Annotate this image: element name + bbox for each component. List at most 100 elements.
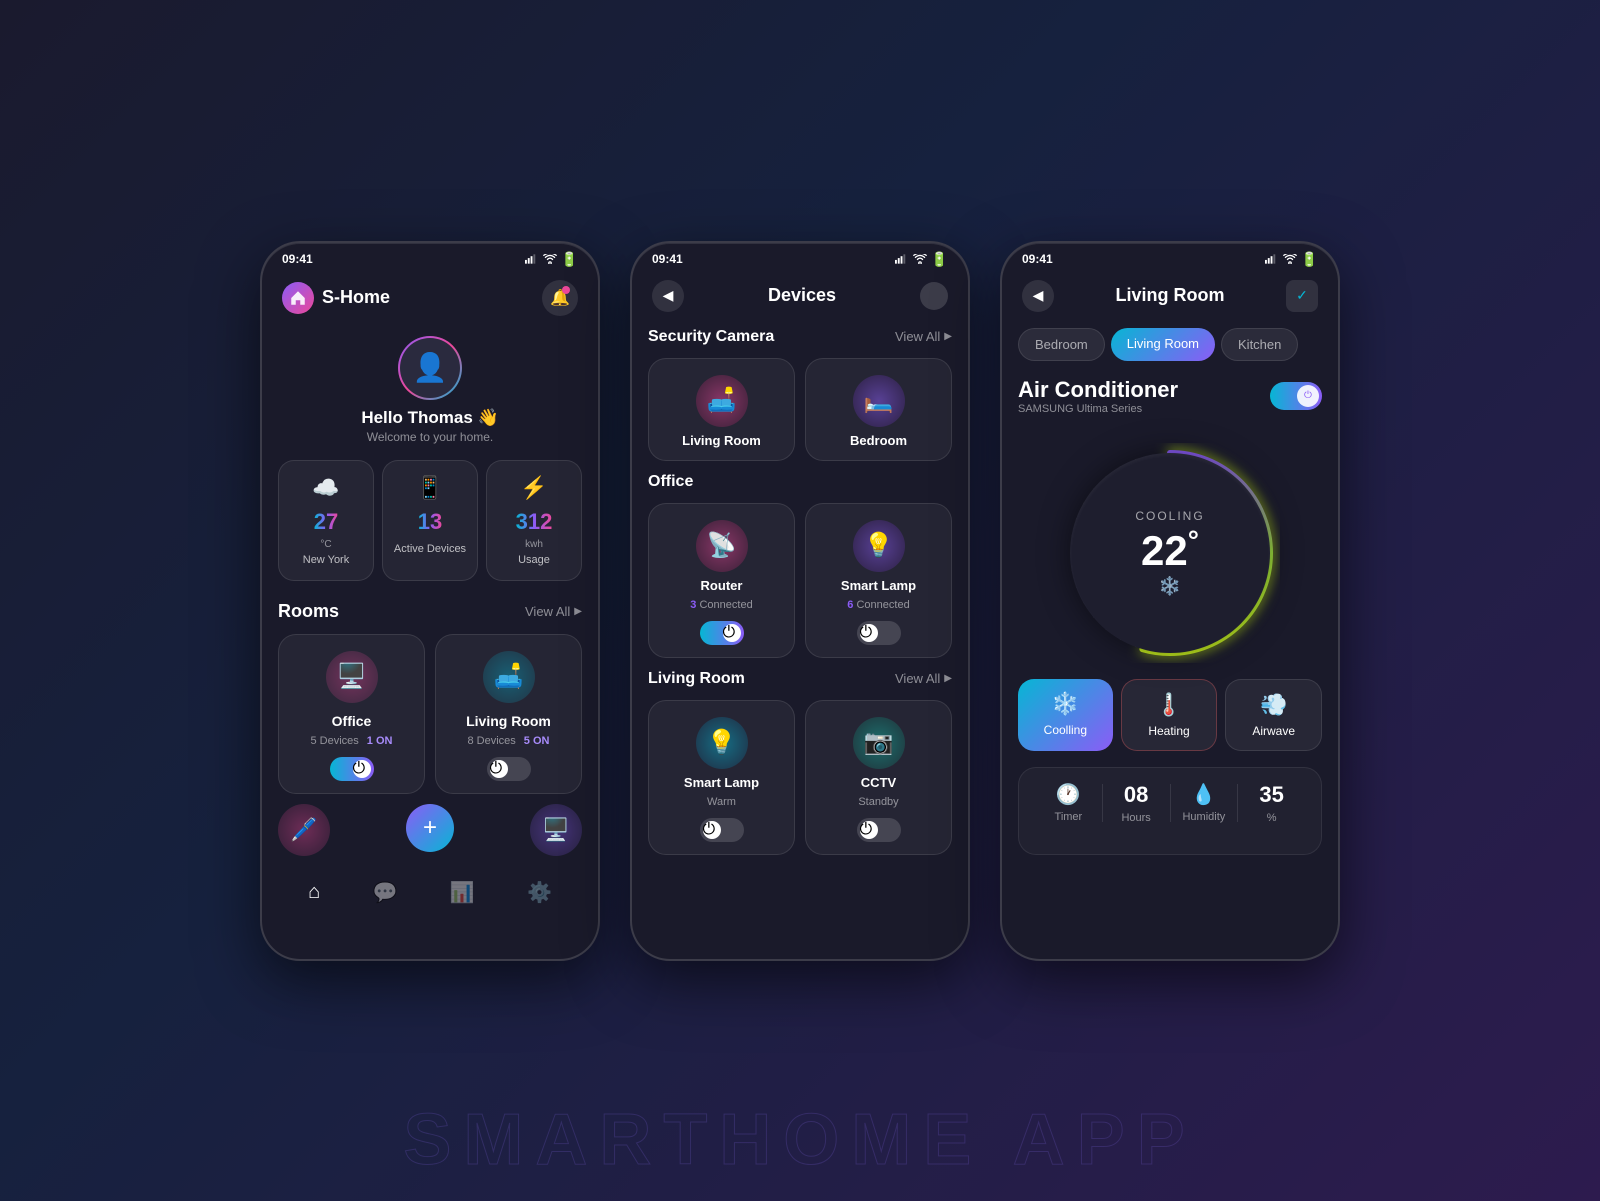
battery-icon-2: 🔋	[931, 251, 948, 268]
nav-home[interactable]: ⌂	[308, 881, 320, 904]
security-section-header: Security Camera View All	[648, 328, 952, 346]
cctv-icon: 📷	[853, 717, 905, 769]
cctv-status: Standby	[858, 796, 898, 808]
airwave-label-btn: Airwave	[1252, 724, 1295, 738]
app-name: S-Home	[322, 287, 390, 308]
ac-power-toggle[interactable]: ⏻	[1270, 382, 1322, 410]
ac-header: Air Conditioner SAMSUNG Ultima Series ⏻	[1018, 377, 1322, 415]
humidity-item: 💧 Humidity	[1171, 768, 1238, 838]
device-smart-lamp-living[interactable]: 💡 Smart Lamp Warm ⏻	[648, 700, 795, 855]
p1-logo: S-Home	[282, 282, 390, 314]
security-title: Security Camera	[648, 328, 774, 346]
device-bedroom-camera[interactable]: 🛏️ Bedroom	[805, 358, 952, 461]
notification-button[interactable]: 🔔	[542, 280, 578, 316]
room-extras: 🖊️ + 🖥️	[262, 794, 598, 856]
temp-value: 27	[314, 509, 338, 535]
back-button-3[interactable]: ◀	[1022, 280, 1054, 312]
office-name: Office	[332, 713, 372, 729]
stats-row: ☁️ 27 °C New York 📱 13 Active Devices ⚡ …	[262, 460, 598, 597]
p3-header: ◀ Living Room ✓	[1002, 272, 1338, 328]
usage-unit: kwh	[525, 539, 543, 550]
city-label: New York	[303, 554, 349, 566]
check-button[interactable]: ✓	[1286, 280, 1318, 312]
living-room-camera-name: Living Room	[682, 433, 761, 448]
heating-mode-button[interactable]: 🌡️ Heating	[1121, 679, 1218, 751]
airwave-mode-button[interactable]: 💨 Airwave	[1225, 679, 1322, 751]
smart-lamp-living-toggle[interactable]: ⏻	[700, 818, 744, 842]
devices-page-title: Devices	[768, 285, 836, 306]
smart-lamp-office-icon: 💡	[853, 520, 905, 572]
stat-weather: ☁️ 27 °C New York	[278, 460, 374, 581]
office-section: Office 📡 Router 3 Connected ⏻ 💡 Smart La…	[632, 473, 968, 670]
thermostat[interactable]: COOLING 22° ❄️	[1060, 443, 1280, 663]
smart-lamp-office-status: 6 Connected	[847, 599, 909, 611]
stats-nav-icon: 📊	[450, 880, 475, 905]
humidity-icon: 💧	[1191, 782, 1216, 807]
smart-lamp-office-toggle-knob: ⏻	[860, 624, 878, 642]
cctv-toggle[interactable]: ⏻	[857, 818, 901, 842]
usage-value: 312	[516, 509, 553, 535]
room-office[interactable]: 🖥️ Office 5 Devices 1 ON ⏻	[278, 634, 425, 794]
tab-bedroom[interactable]: Bedroom	[1018, 328, 1105, 361]
living-toggle[interactable]: ⏻	[487, 757, 531, 781]
cooling-mode-button[interactable]: ❄️ Coolling	[1018, 679, 1113, 751]
cooling-label: COOLING	[1135, 509, 1204, 523]
smart-lamp-office-toggle[interactable]: ⏻	[857, 621, 901, 645]
office-icon: 🖥️	[326, 651, 378, 703]
view-all-rooms[interactable]: View All	[525, 604, 582, 619]
bedroom-camera-icon: 🛏️	[853, 375, 905, 427]
security-devices-grid: 🛋️ Living Room 🛏️ Bedroom	[648, 358, 952, 461]
device-router[interactable]: 📡 Router 3 Connected ⏻	[648, 503, 795, 658]
heating-label-btn: Heating	[1148, 724, 1189, 738]
signal-icon-3	[1265, 254, 1279, 264]
add-button[interactable]: +	[406, 804, 454, 852]
tab-kitchen[interactable]: Kitchen	[1221, 328, 1298, 361]
smart-lamp-office-name: Smart Lamp	[841, 578, 916, 593]
office-info: 5 Devices 1 ON	[311, 735, 393, 747]
smart-lamp-living-icon: 💡	[696, 717, 748, 769]
device-smart-lamp-office[interactable]: 💡 Smart Lamp 6 Connected ⏻	[805, 503, 952, 658]
office-section-header: Office	[648, 473, 952, 491]
rooms-title: Rooms	[278, 601, 339, 622]
view-all-living[interactable]: View All	[895, 671, 952, 686]
status-bar-3: 09:41 🔋	[1002, 243, 1338, 272]
nav-stats[interactable]: 📊	[450, 880, 475, 905]
back-button-2[interactable]: ◀	[652, 280, 684, 312]
temp-number: 22	[1141, 527, 1188, 574]
greeting-text: Hello Thomas 👋	[361, 408, 498, 428]
temp-display: 22°	[1141, 527, 1199, 572]
wifi-icon-3	[1283, 254, 1297, 264]
nav-settings[interactable]: ⚙️	[527, 880, 552, 905]
smart-lamp-living-toggle-knob: ⏻	[703, 821, 721, 839]
time-1: 09:41	[282, 252, 313, 266]
status-icons-2: 🔋	[895, 251, 948, 268]
living-room-section-title: Living Room	[648, 670, 745, 688]
ac-title: Air Conditioner	[1018, 377, 1178, 403]
time-3: 09:41	[1022, 252, 1053, 266]
device-cctv[interactable]: 📷 CCTV Standby ⏻	[805, 700, 952, 855]
office-toggle[interactable]: ⏻	[330, 757, 374, 781]
hours-item: 08 Hours	[1103, 768, 1170, 838]
office-on: 1 ON	[367, 735, 393, 747]
smart-lamp-living-name: Smart Lamp	[684, 775, 759, 790]
dots-menu-2[interactable]	[920, 282, 948, 310]
router-toggle[interactable]: ⏻	[700, 621, 744, 645]
hours-label: Hours	[1121, 812, 1150, 824]
extra-icon-2[interactable]: 🖥️	[530, 804, 582, 856]
snowflake-icon: ❄️	[1159, 576, 1181, 597]
device-living-room-camera[interactable]: 🛋️ Living Room	[648, 358, 795, 461]
tab-living-room[interactable]: Living Room	[1111, 328, 1215, 361]
extra-icon-1[interactable]: 🖊️	[278, 804, 330, 856]
view-all-security[interactable]: View All	[895, 329, 952, 344]
wifi-icon-2	[913, 254, 927, 264]
router-name: Router	[701, 578, 743, 593]
room-living[interactable]: 🛋️ Living Room 8 Devices 5 ON ⏻	[435, 634, 582, 794]
time-2: 09:41	[652, 252, 683, 266]
nav-messages[interactable]: 💬	[373, 880, 398, 905]
cooling-label-btn: Coolling	[1044, 723, 1087, 737]
rooms-grid: 🖥️ Office 5 Devices 1 ON ⏻ 🛋️ Living Roo…	[262, 634, 598, 794]
bottom-nav: ⌂ 💬 📊 ⚙️	[262, 868, 598, 925]
timer-item: 🕐 Timer	[1035, 768, 1102, 838]
thermostat-container: COOLING 22° ❄️	[1002, 435, 1338, 679]
status-bar-1: 09:41 🔋	[262, 243, 598, 272]
